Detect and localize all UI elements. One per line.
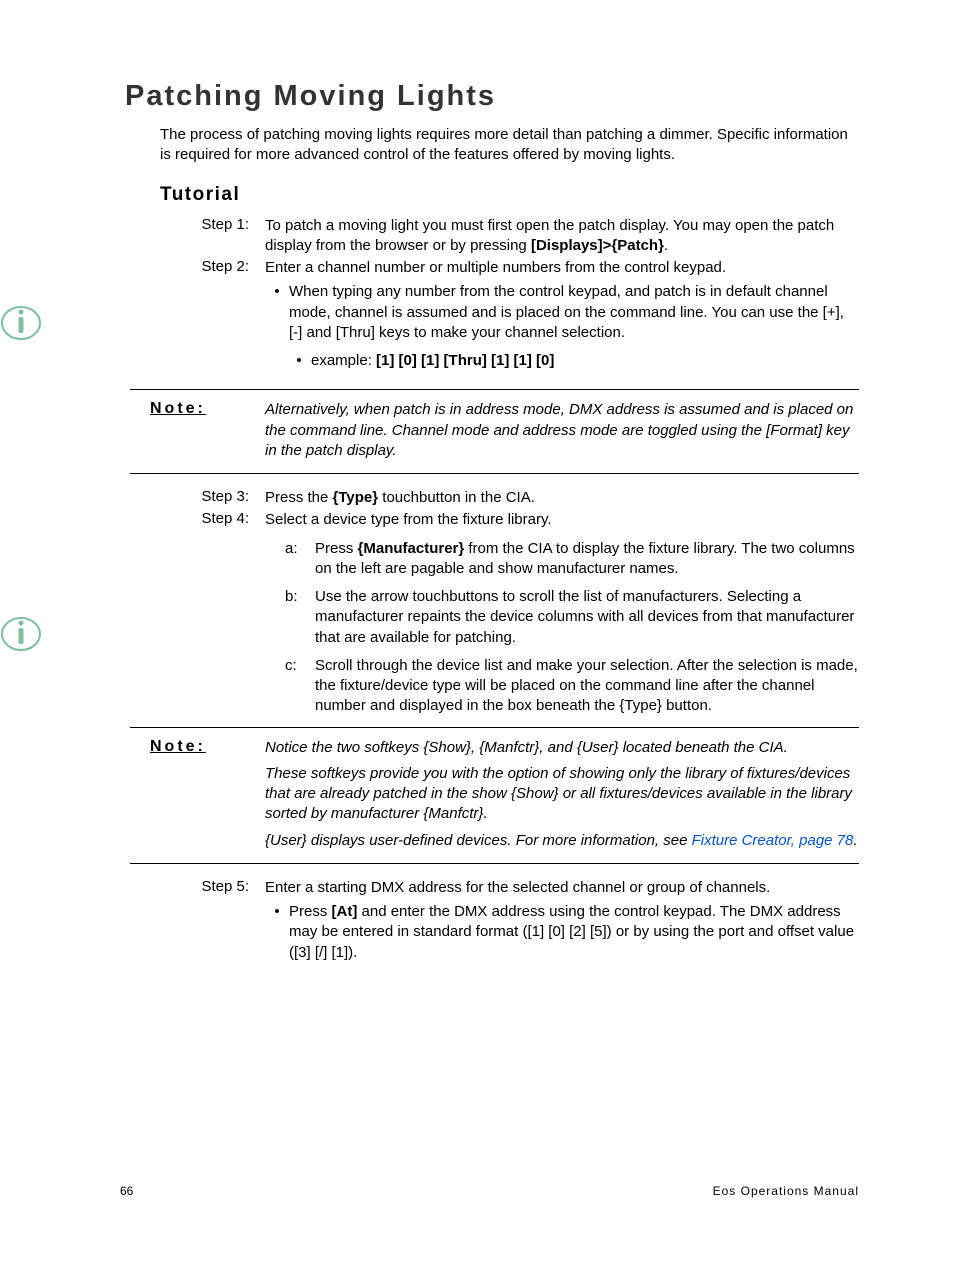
fixture-creator-link[interactable]: Fixture Creator, page 78	[692, 832, 854, 849]
step2-example: • example: [1] [0] [1] [Thru] [1] [1] [0…	[287, 351, 859, 371]
page-footer: 66 Eos Operations Manual	[120, 1184, 859, 1198]
step1-bold: [Displays]>{Patch}	[531, 237, 664, 254]
note-block-1: Note: Alternatively, when patch is in ad…	[130, 389, 859, 474]
page-title: Patching Moving Lights	[125, 80, 859, 113]
step5-bullet: • Press [At] and enter the DMX address u…	[265, 902, 859, 963]
step-1: Step 1: To patch a moving light you must…	[185, 216, 859, 257]
note2-p3-b: .	[853, 832, 857, 849]
example-bold: [1] [0] [1] [Thru] [1] [1] [0]	[376, 352, 554, 369]
step-body: Enter a channel number or multiple numbe…	[265, 258, 859, 377]
example-text: example: [1] [0] [1] [Thru] [1] [1] [0]	[311, 351, 859, 371]
step-label: Step 4:	[185, 510, 265, 716]
step-2: Step 2: Enter a channel number or multip…	[185, 258, 859, 377]
step-5: Step 5: Enter a starting DMX address for…	[185, 878, 859, 963]
bullet-dot: •	[265, 902, 289, 963]
note-label: Note:	[130, 400, 265, 461]
step4-c-text: Scroll through the device list and make …	[315, 656, 859, 717]
step-body: Enter a starting DMX address for the sel…	[265, 878, 859, 963]
step4-b: b: Use the arrow touchbuttons to scroll …	[285, 587, 859, 648]
step-label: Step 1:	[185, 216, 265, 257]
step1-text-b: .	[664, 237, 668, 254]
step-body: Press the {Type} touchbutton in the CIA.	[265, 488, 859, 508]
letter-c: c:	[285, 656, 315, 717]
info-icon	[0, 302, 42, 344]
bullet-dot: •	[265, 282, 289, 343]
info-icon	[0, 613, 42, 655]
note2-p3: {User} displays user-defined devices. Fo…	[265, 831, 859, 851]
step4-a-text: Press {Manufacturer} from the CIA to dis…	[315, 539, 859, 580]
step-body: Select a device type from the fixture li…	[265, 510, 859, 716]
step5-bullet-b: and enter the DMX address using the cont…	[289, 903, 854, 961]
step5-bullet-bold: [At]	[332, 903, 358, 920]
note-block-2: Note: Notice the two softkeys {Show}, {M…	[130, 727, 859, 864]
bullet-dot: •	[287, 351, 311, 371]
step4-b-text: Use the arrow touchbuttons to scroll the…	[315, 587, 859, 648]
note2-p1: Notice the two softkeys {Show}, {Manfctr…	[265, 738, 859, 758]
step-4: Step 4: Select a device type from the fi…	[185, 510, 859, 716]
step2-text: Enter a channel number or multiple numbe…	[265, 259, 726, 276]
step-label: Step 3:	[185, 488, 265, 508]
step4-a: a: Press {Manufacturer} from the CIA to …	[285, 539, 859, 580]
note2-p3-a: {User} displays user-defined devices. Fo…	[265, 832, 692, 849]
letter-a: a:	[285, 539, 315, 580]
step5-bullet-a: Press	[289, 903, 332, 920]
step4-c: c: Scroll through the device list and ma…	[285, 656, 859, 717]
step4-text: Select a device type from the fixture li…	[265, 511, 552, 528]
step2-bullet-text: When typing any number from the control …	[289, 282, 859, 343]
note2-p2: These softkeys provide you with the opti…	[265, 764, 859, 825]
step-label: Step 5:	[185, 878, 265, 963]
step-label: Step 2:	[185, 258, 265, 377]
step5-bullet-text: Press [At] and enter the DMX address usi…	[289, 902, 859, 963]
example-prefix: example:	[311, 352, 376, 369]
a-bold: {Manufacturer}	[358, 540, 465, 557]
intro-paragraph: The process of patching moving lights re…	[160, 125, 859, 166]
tutorial-heading: Tutorial	[160, 184, 859, 206]
step3-bold: {Type}	[333, 489, 379, 506]
a-prefix: Press	[315, 540, 358, 557]
step3-text-b: touchbutton in the CIA.	[378, 489, 535, 506]
step3-text-a: Press the	[265, 489, 333, 506]
manual-name: Eos Operations Manual	[713, 1184, 859, 1198]
step5-text: Enter a starting DMX address for the sel…	[265, 879, 770, 896]
note-label: Note:	[130, 738, 265, 851]
step-body: To patch a moving light you must first o…	[265, 216, 859, 257]
step-3: Step 3: Press the {Type} touchbutton in …	[185, 488, 859, 508]
letter-b: b:	[285, 587, 315, 648]
step2-bullet: • When typing any number from the contro…	[265, 282, 859, 343]
page-number: 66	[120, 1184, 133, 1198]
note-body: Alternatively, when patch is in address …	[265, 400, 859, 461]
note-body: Notice the two softkeys {Show}, {Manfctr…	[265, 738, 859, 851]
